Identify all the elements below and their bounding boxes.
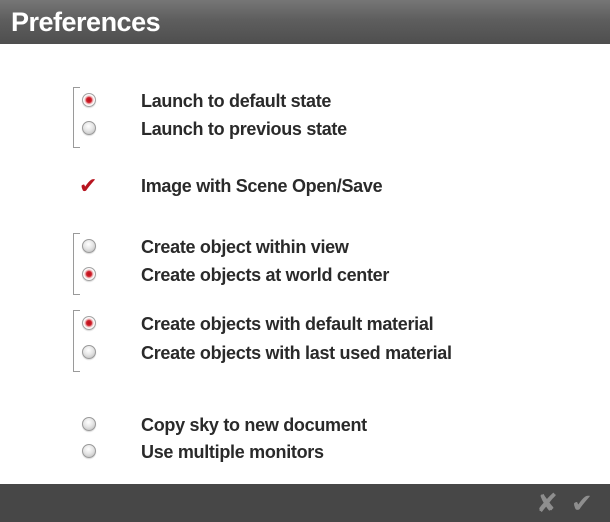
radio-button-selected[interactable] xyxy=(82,316,96,330)
radio-button[interactable] xyxy=(82,239,96,253)
option-launch-default[interactable]: Launch to default state xyxy=(0,86,560,116)
option-label: Launch to previous state xyxy=(141,119,347,139)
option-last-used-material[interactable]: Create objects with last used material xyxy=(0,338,560,368)
radio-button[interactable] xyxy=(82,417,96,431)
radio-button-selected[interactable] xyxy=(82,93,96,107)
radio-button[interactable] xyxy=(82,444,96,458)
option-label: Use multiple monitors xyxy=(141,442,324,462)
ok-checkmark-icon[interactable]: ✔ xyxy=(571,487,593,519)
option-label: Create object within view xyxy=(141,237,349,257)
radio-button[interactable] xyxy=(82,345,96,359)
option-label: Create objects with last used material xyxy=(141,343,452,363)
option-create-world-center[interactable]: Create objects at world center xyxy=(0,260,560,290)
checkmark-icon[interactable]: ✔ xyxy=(79,172,97,200)
cancel-x-icon[interactable]: ✘ xyxy=(536,487,558,519)
option-label: Image with Scene Open/Save xyxy=(141,176,383,196)
option-default-material[interactable]: Create objects with default material xyxy=(0,309,560,339)
option-create-within-view[interactable]: Create object within view xyxy=(0,232,560,262)
option-label: Launch to default state xyxy=(141,91,332,111)
option-label: Copy sky to new document xyxy=(141,415,367,435)
window-title: Preferences xyxy=(11,7,161,37)
option-label: Create objects with default material xyxy=(141,314,434,334)
radio-button[interactable] xyxy=(82,121,96,135)
preferences-panel: Launch to default state Launch to previo… xyxy=(0,44,610,484)
option-multiple-monitors[interactable]: Use multiple monitors xyxy=(0,437,560,467)
option-copy-sky[interactable]: Copy sky to new document xyxy=(0,410,560,440)
option-launch-previous[interactable]: Launch to previous state xyxy=(0,114,560,144)
radio-button-selected[interactable] xyxy=(82,267,96,281)
footer-bar: ✘ ✔ xyxy=(0,484,610,522)
option-image-with-scene[interactable]: ✔ Image with Scene Open/Save xyxy=(0,171,560,201)
option-label: Create objects at world center xyxy=(141,265,390,285)
title-bar: Preferences xyxy=(0,0,610,44)
